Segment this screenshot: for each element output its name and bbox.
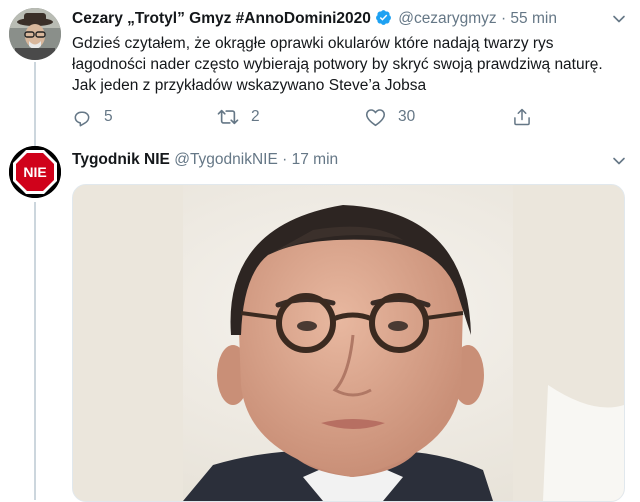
like-button[interactable]: 30 xyxy=(365,106,415,128)
verified-badge-icon xyxy=(375,9,392,32)
avatar[interactable]: NIE xyxy=(9,146,61,198)
tweet-actions: 5 2 30 xyxy=(72,106,542,128)
chevron-down-icon[interactable] xyxy=(612,154,626,168)
share-button[interactable] xyxy=(512,106,532,128)
avatar-logo-text: NIE xyxy=(23,164,46,180)
tweet[interactable]: Tygodnik NIE @TygodnikNIE · 17 min xyxy=(0,140,640,502)
author-name[interactable]: Cezary „Trotyl” Gmyz #AnnoDomini2020 xyxy=(72,10,371,27)
like-count: 30 xyxy=(398,108,416,125)
author-name[interactable]: Tygodnik NIE xyxy=(72,151,170,168)
retweet-icon xyxy=(217,107,239,127)
avatar[interactable] xyxy=(9,8,61,60)
tweet-header: Tygodnik NIE @TygodnikNIE · 17 min xyxy=(72,150,338,170)
tweet-photo[interactable] xyxy=(72,184,625,502)
retweet-count: 2 xyxy=(251,108,260,125)
chevron-down-icon[interactable] xyxy=(612,12,626,26)
author-handle[interactable]: @TygodnikNIE xyxy=(174,151,278,168)
like-icon xyxy=(365,107,386,127)
retweet-button[interactable]: 2 xyxy=(217,106,260,128)
tweet-text: Gdzieś czytałem, że okrągłe oprawki okul… xyxy=(72,35,603,94)
separator-dot: · xyxy=(500,10,507,27)
tweet[interactable]: Cezary „Trotyl” Gmyz #AnnoDomini2020 @ce… xyxy=(0,0,640,140)
separator-dot: · xyxy=(282,151,288,168)
tweet-time[interactable]: 17 min xyxy=(292,151,339,168)
author-handle[interactable]: @cezarygmyz xyxy=(398,10,496,27)
reply-count: 5 xyxy=(104,108,113,125)
reply-button[interactable]: 5 xyxy=(72,106,113,128)
tweet-time[interactable]: 55 min xyxy=(510,10,557,27)
share-icon xyxy=(512,107,532,127)
tweet-header: Cezary „Trotyl” Gmyz #AnnoDomini2020 @ce… xyxy=(72,9,557,32)
reply-icon xyxy=(72,107,92,127)
